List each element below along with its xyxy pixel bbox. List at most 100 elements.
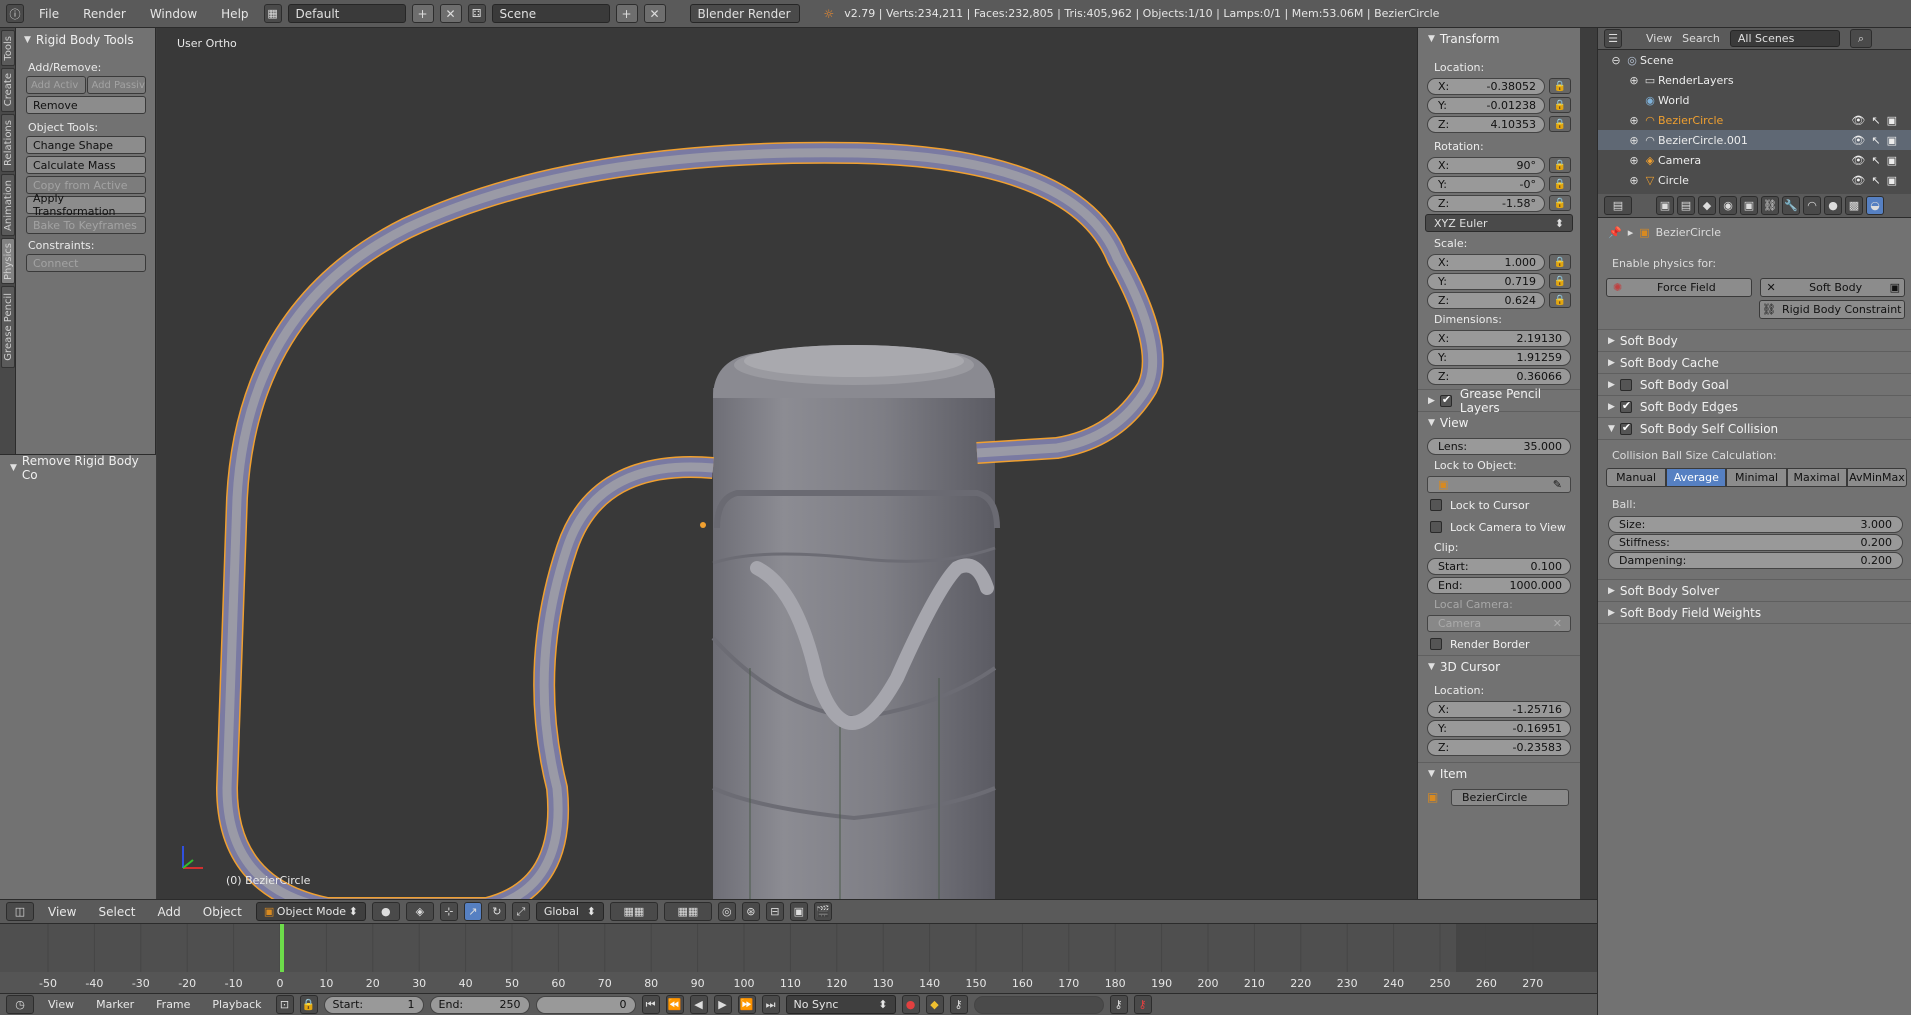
insert-keyframe-icon[interactable]: ⚷ xyxy=(1109,995,1128,1014)
menu-help[interactable]: Help xyxy=(212,7,257,21)
grease-pencil-checkbox[interactable] xyxy=(1439,393,1452,407)
calc-mode-minimal[interactable]: Minimal xyxy=(1726,468,1787,487)
keying-set-icon[interactable]: ◆ xyxy=(925,995,944,1014)
interaction-mode-dropdown[interactable]: ▣ Object Mode ⬍ xyxy=(255,902,366,921)
search-icon[interactable]: ⌕ xyxy=(1849,29,1872,48)
record-icon[interactable]: ● xyxy=(901,995,920,1014)
change-shape-button[interactable]: Change Shape xyxy=(26,136,146,154)
clip-end-field[interactable]: End: 1000.000 xyxy=(1427,576,1571,594)
menu-view[interactable]: View xyxy=(40,905,84,919)
snap-element-icon[interactable]: ⊟ xyxy=(765,902,784,921)
self-collision-checkbox[interactable] xyxy=(1619,421,1632,435)
lock-icon[interactable]: 🔒 xyxy=(1549,292,1571,308)
add-scene-button[interactable]: + xyxy=(615,4,638,23)
scene-icon[interactable]: ⚃ xyxy=(467,4,486,23)
rigid-body-constraint-button[interactable]: ⛓ Rigid Body Constraint xyxy=(1758,300,1905,319)
visibility-icons[interactable]: 👁↖▣ xyxy=(1851,154,1903,167)
tab-relations[interactable]: Relations xyxy=(1,114,15,172)
soft-body-solver-section[interactable]: ▶ Soft Body Solver xyxy=(1598,580,1911,602)
dimensions-y-field[interactable]: Y: 1.91259 xyxy=(1427,348,1571,366)
soft-body-render-icon[interactable]: ▣ xyxy=(1890,281,1904,294)
transform-header[interactable]: ▼ Transform xyxy=(1418,28,1580,50)
properties-editor-icon[interactable]: ▤ xyxy=(1604,196,1632,215)
timeline-menu-frame[interactable]: Frame xyxy=(148,998,198,1011)
render-border-checkbox[interactable] xyxy=(1430,638,1442,650)
layout-field[interactable]: Default xyxy=(287,4,406,23)
lock-icon[interactable]: 🔒 xyxy=(299,995,318,1014)
outliner-row-circle[interactable]: ⊕ ▽ Circle 👁↖▣ xyxy=(1598,170,1911,190)
tab-grease-pencil[interactable]: Grease Pencil xyxy=(1,286,15,368)
expand-icon[interactable]: ⊕ xyxy=(1626,72,1642,88)
apply-transformation-button[interactable]: Apply Transformation xyxy=(26,192,146,218)
expand-icon[interactable]: ⊕ xyxy=(1626,132,1642,148)
transform-orientation-dropdown[interactable]: Global ⬍ xyxy=(535,902,604,921)
lock-camera-option[interactable]: Lock Camera to View xyxy=(1418,516,1580,538)
pivot-point-icon[interactable]: ◈ xyxy=(405,902,434,921)
remove-soft-body-icon[interactable]: ✕ xyxy=(1761,281,1782,294)
current-frame-field[interactable]: 0 xyxy=(535,995,636,1014)
lock-icon[interactable]: 🔒 xyxy=(1549,176,1571,192)
expand-icon[interactable]: ⊕ xyxy=(1626,112,1642,128)
physics-tab-icon[interactable]: ◒ xyxy=(1866,196,1884,215)
menu-render[interactable]: Render xyxy=(74,7,135,21)
camera-render-icon[interactable]: 🎬 xyxy=(813,902,832,921)
visibility-icons[interactable]: 👁↖▣ xyxy=(1851,114,1903,127)
calc-mode-manual[interactable]: Manual xyxy=(1606,468,1667,487)
soft-body-button[interactable]: ✕ Soft Body ▣ xyxy=(1759,278,1905,297)
rotation-mode-dropdown[interactable]: XYZ Euler ⬍ xyxy=(1425,214,1573,232)
render-tab-icon[interactable]: ▣ xyxy=(1656,196,1674,215)
soft-body-field-weights-section[interactable]: ▶ Soft Body Field Weights xyxy=(1598,602,1911,624)
expand-icon[interactable]: ⊕ xyxy=(1626,172,1642,188)
current-frame-indicator[interactable] xyxy=(280,924,284,972)
timeline[interactable]: -50 -40 -30 -20 -10 0 10 20 30 40 50 60 70 80 90 100 110… xyxy=(0,923,1597,994)
clip-start-field[interactable]: Start: 0.100 xyxy=(1427,557,1571,575)
play-reverse-icon[interactable]: ◀ xyxy=(689,995,708,1014)
soft-body-edges-section[interactable]: ▶Soft Body Edges xyxy=(1598,396,1911,418)
calculate-mass-button[interactable]: Calculate Mass xyxy=(26,156,146,174)
cursor-x-field[interactable]: X: -1.25716 xyxy=(1427,700,1571,718)
ball-size-field[interactable]: Size: 3.000 xyxy=(1608,516,1903,533)
soft-body-cache-section[interactable]: ▶ Soft Body Cache xyxy=(1598,352,1911,374)
lock-camera-checkbox[interactable] xyxy=(1430,521,1442,533)
delete-layout-button[interactable]: ✕ xyxy=(439,4,462,23)
item-name-field[interactable]: BezierCircle xyxy=(1451,788,1569,806)
location-z-field[interactable]: Z: 4.10353 xyxy=(1427,115,1545,133)
manipulator-toggle-icon[interactable]: ⊹ xyxy=(439,902,458,921)
start-frame-field[interactable]: Start: 1 xyxy=(323,995,424,1014)
lens-field[interactable]: Lens: 35.000 xyxy=(1427,437,1571,455)
calc-mode-average[interactable]: Average xyxy=(1666,468,1727,487)
viewport-shading-icon[interactable]: ● xyxy=(371,902,400,921)
grease-pencil-layers-header[interactable]: ▶Grease Pencil Layers xyxy=(1418,387,1580,415)
timeline-menu-playback[interactable]: Playback xyxy=(204,998,269,1011)
add-passive-button[interactable]: Add Passiv xyxy=(86,76,146,94)
rotation-x-field[interactable]: X: 90° xyxy=(1427,156,1545,174)
menu-window[interactable]: Window xyxy=(141,7,206,21)
outliner-editor-icon[interactable]: ☰ xyxy=(1604,29,1622,48)
camera-field[interactable]: Camera ✕ xyxy=(1427,614,1571,632)
outliner-row-scene[interactable]: ⊖ ◎ Scene xyxy=(1598,50,1911,70)
keyframe-key-icon[interactable]: ⚷ xyxy=(949,995,968,1014)
lock-object-field[interactable]: ▣ ✎ xyxy=(1427,475,1571,493)
visibility-icons[interactable]: 👁↖▣ xyxy=(1851,174,1903,187)
render-engine-dropdown[interactable]: Blender Render xyxy=(689,4,800,23)
outliner-menu-view[interactable]: View xyxy=(1646,32,1672,45)
translate-icon[interactable]: ↗ xyxy=(463,902,482,921)
layers-grid-1[interactable]: ▦▦ xyxy=(609,902,658,921)
jump-start-icon[interactable]: ⏮ xyxy=(641,995,660,1014)
delete-keyframe-icon[interactable]: ⚷ xyxy=(1133,995,1152,1014)
menu-select[interactable]: Select xyxy=(90,905,143,919)
lock-icon[interactable]: 🔒 xyxy=(1549,195,1571,211)
lock-to-cursor-checkbox[interactable] xyxy=(1430,499,1442,511)
render-preview-icon[interactable]: ▣ xyxy=(789,902,808,921)
lock-icon[interactable]: 🔒 xyxy=(1549,254,1571,270)
ball-stiffness-field[interactable]: Stiffness: 0.200 xyxy=(1608,534,1903,551)
item-header[interactable]: ▼ Item xyxy=(1418,762,1580,784)
dimensions-z-field[interactable]: Z: 0.36066 xyxy=(1427,367,1571,385)
eyedropper-icon[interactable]: ✎ xyxy=(1553,478,1562,491)
timeline-menu-marker[interactable]: Marker xyxy=(88,998,142,1011)
cursor-y-field[interactable]: Y: -0.16951 xyxy=(1427,719,1571,737)
soft-body-edges-checkbox[interactable] xyxy=(1619,399,1632,413)
delete-scene-button[interactable]: ✕ xyxy=(643,4,666,23)
editor-type-icon[interactable]: ⓘ xyxy=(6,4,24,23)
outliner-row-beziercircle[interactable]: ⊕ ◠ BezierCircle 👁↖▣ xyxy=(1598,110,1911,130)
